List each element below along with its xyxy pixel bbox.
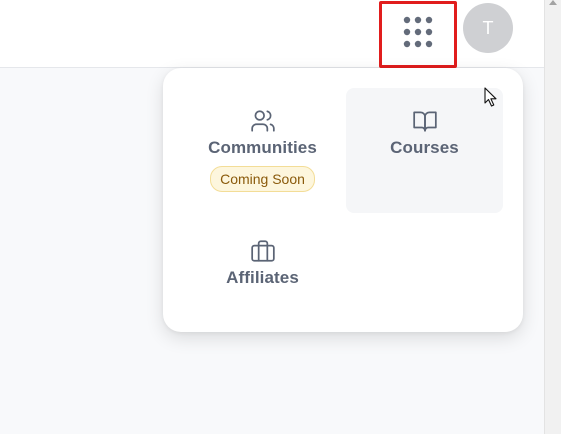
menu-item-communities[interactable]: Communities Coming Soon	[184, 88, 341, 213]
briefcase-icon	[250, 238, 276, 264]
page: T Communities Coming Soon Courses Affili…	[0, 0, 561, 434]
menu-item-affiliates[interactable]: Affiliates	[184, 218, 341, 343]
coming-soon-badge: Coming Soon	[210, 166, 315, 192]
scroll-up-arrow-icon[interactable]	[549, 0, 557, 5]
menu-item-label: Affiliates	[226, 268, 299, 287]
avatar[interactable]: T	[463, 3, 513, 53]
apps-dropdown-menu: Communities Coming Soon Courses Affiliat…	[163, 68, 523, 332]
apps-menu-button[interactable]	[379, 1, 457, 68]
menu-item-courses[interactable]: Courses	[346, 88, 503, 213]
menu-item-label: Courses	[390, 138, 459, 157]
top-bar: T	[0, 0, 544, 68]
book-open-icon	[412, 108, 438, 134]
menu-item-label: Communities	[208, 138, 317, 157]
scrollbar[interactable]	[544, 0, 561, 434]
mouse-cursor-icon	[484, 87, 498, 113]
grid-dots-icon	[402, 16, 434, 53]
users-icon	[250, 108, 276, 134]
avatar-initial: T	[482, 17, 494, 38]
